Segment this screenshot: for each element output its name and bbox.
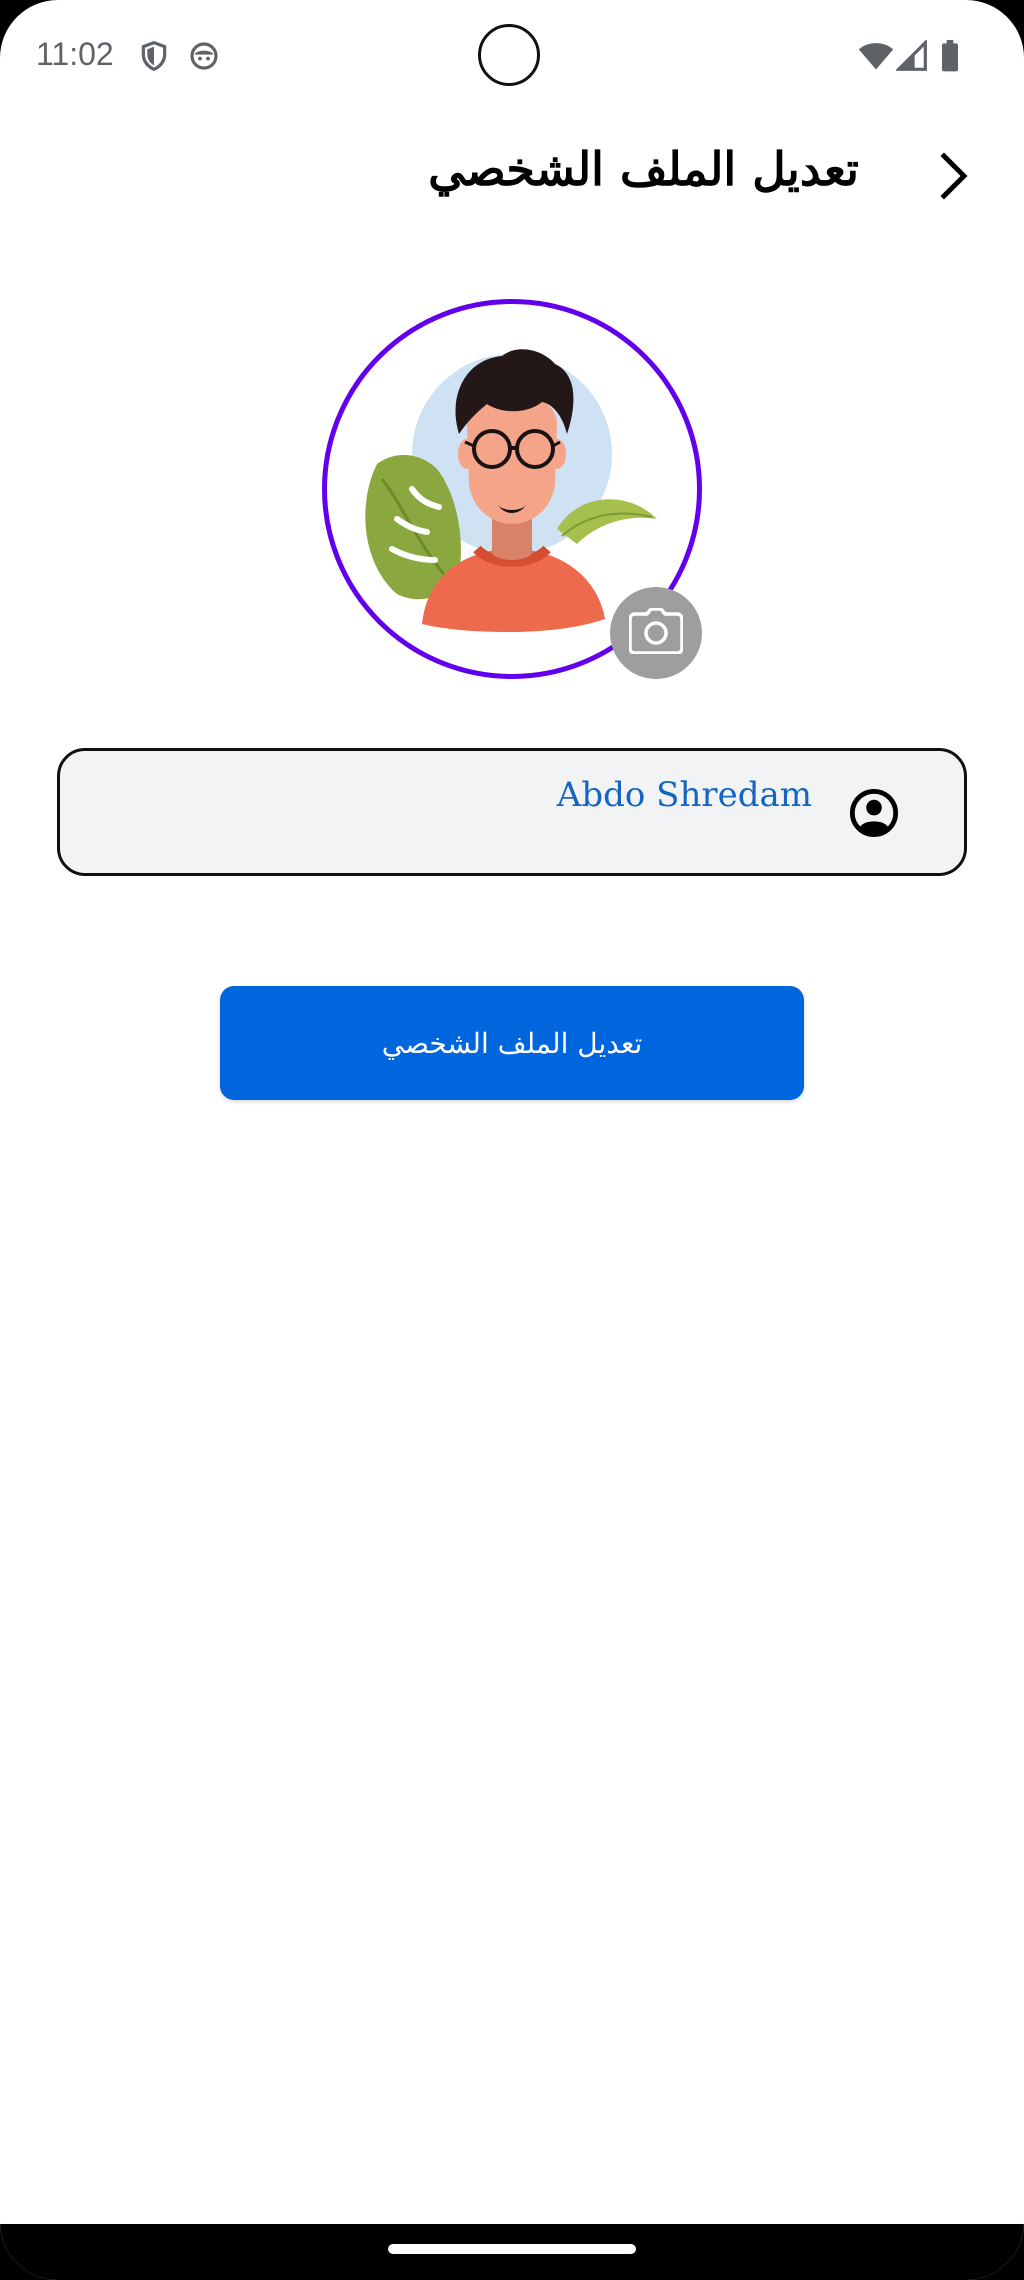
android-face-icon xyxy=(188,40,220,72)
page-title: تعديل الملف الشخصي xyxy=(428,142,859,196)
battery-icon xyxy=(938,40,962,72)
name-input-value[interactable]: Abdo Shredam xyxy=(557,775,812,815)
edit-profile-button[interactable]: تعديل الملف الشخصي xyxy=(220,986,804,1100)
change-photo-button[interactable] xyxy=(610,587,702,679)
account-circle-icon xyxy=(848,787,900,839)
app-header: تعديل الملف الشخصي xyxy=(0,130,1024,230)
home-indicator[interactable] xyxy=(388,2244,636,2254)
shield-icon xyxy=(138,40,170,72)
profile-edit-screen: 11:02 تعديل الملف الشخصي Abdo Shredam تع… xyxy=(0,0,1024,2280)
system-nav-bar xyxy=(0,2224,1024,2280)
cell-signal-icon xyxy=(894,38,928,72)
back-button[interactable] xyxy=(924,148,984,208)
camera-cutout xyxy=(478,24,540,86)
wifi-icon xyxy=(858,40,894,72)
status-bar: 11:02 xyxy=(0,0,1024,110)
avatar-container xyxy=(322,299,702,679)
status-time: 11:02 xyxy=(36,36,114,72)
name-field[interactable]: Abdo Shredam xyxy=(57,748,967,876)
camera-icon xyxy=(628,607,684,658)
chevron-right-icon xyxy=(934,152,974,204)
